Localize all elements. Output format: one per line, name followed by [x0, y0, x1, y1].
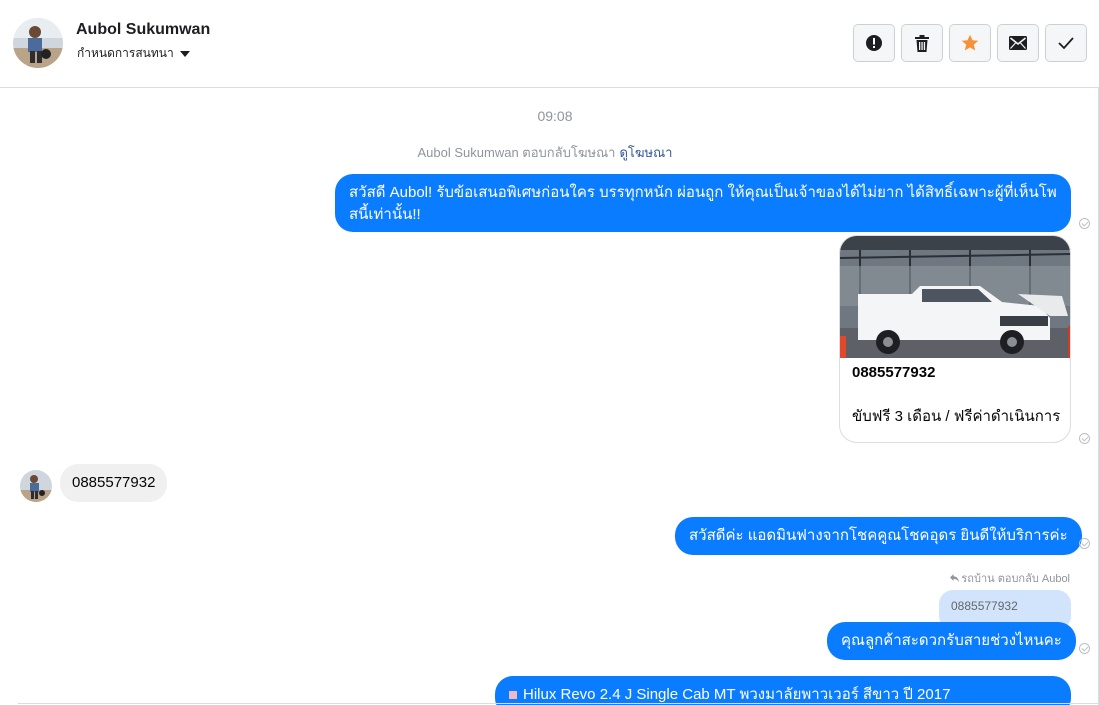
ad-reply-notice: Aubol Sukumwan ตอบกลับโฆษณา ดูโฆษณา	[0, 142, 1090, 163]
sent-check-icon	[1079, 433, 1090, 444]
pin-emoji-icon	[509, 691, 517, 699]
check-icon	[1058, 37, 1074, 50]
alert-icon	[866, 35, 882, 51]
message-bubble-outgoing[interactable]: สวัสดีค่ะ แอดมินฟางจากโชคคูณโชคอุดร ยินด…	[675, 517, 1082, 555]
ad-card[interactable]: 0885577932 ขับฟรี 3 เดือน / ฟรีค่าดำเนิน…	[839, 235, 1071, 443]
message-bubble-outgoing[interactable]: คุณลูกค้าสะดวกรับสายช่วงไหนคะ	[827, 622, 1076, 660]
delete-button[interactable]	[901, 24, 943, 62]
conversation-header: Aubol Sukumwan กำหนดการสนทนา	[0, 0, 1099, 88]
sent-check-icon	[1079, 218, 1090, 229]
mark-unread-button[interactable]	[997, 24, 1039, 62]
mark-spam-button[interactable]	[853, 24, 895, 62]
ad-card-subtitle: ขับฟรี 3 เดือน / ฟรีค่าดำเนินการ	[852, 408, 1061, 425]
message-text: Hilux Revo 2.4 J Single Cab MT พวงมาลัยพ…	[523, 686, 951, 703]
message-bubble-incoming[interactable]: 0885577932	[60, 464, 168, 502]
ad-card-title: 0885577932	[852, 364, 936, 381]
mail-icon	[1009, 36, 1027, 50]
sent-check-icon	[1079, 643, 1090, 654]
sent-check-icon	[1079, 538, 1090, 549]
message-bubble-outgoing[interactable]: Hilux Revo 2.4 J Single Cab MT พวงมาลัยพ…	[495, 676, 1071, 705]
reply-indicator-text: รถบ้าน ตอบกลับ Aubol	[961, 573, 1070, 585]
reply-indicator: รถบ้าน ตอบกลับ Aubol	[950, 569, 1070, 587]
caret-down-icon	[179, 51, 190, 57]
star-button[interactable]	[949, 24, 991, 62]
assign-conversation-dropdown[interactable]: กำหนดการสนทนา	[77, 44, 190, 63]
ad-reply-text: Aubol Sukumwan ตอบกลับโฆษณา	[417, 145, 616, 160]
message-thread[interactable]: 09:08 Aubol Sukumwan ตอบกลับโฆษณา ดูโฆษณา…	[0, 88, 1099, 705]
trash-icon	[915, 34, 929, 52]
sender-avatar	[20, 470, 52, 502]
view-ad-link[interactable]: ดูโฆษณา	[619, 145, 672, 160]
contact-name[interactable]: Aubol Sukumwan	[76, 21, 210, 39]
message-bubble-outgoing[interactable]: สวัสดี Aubol! รับข้อเสนอพิเศษก่อนใคร บรร…	[335, 174, 1071, 232]
avatar[interactable]	[13, 18, 63, 68]
reply-icon	[950, 574, 960, 582]
timestamp: 09:08	[537, 108, 573, 124]
star-icon	[961, 34, 979, 51]
ad-image	[840, 236, 1070, 358]
mark-done-button[interactable]	[1045, 24, 1087, 62]
assign-label: กำหนดการสนทนา	[77, 46, 174, 60]
